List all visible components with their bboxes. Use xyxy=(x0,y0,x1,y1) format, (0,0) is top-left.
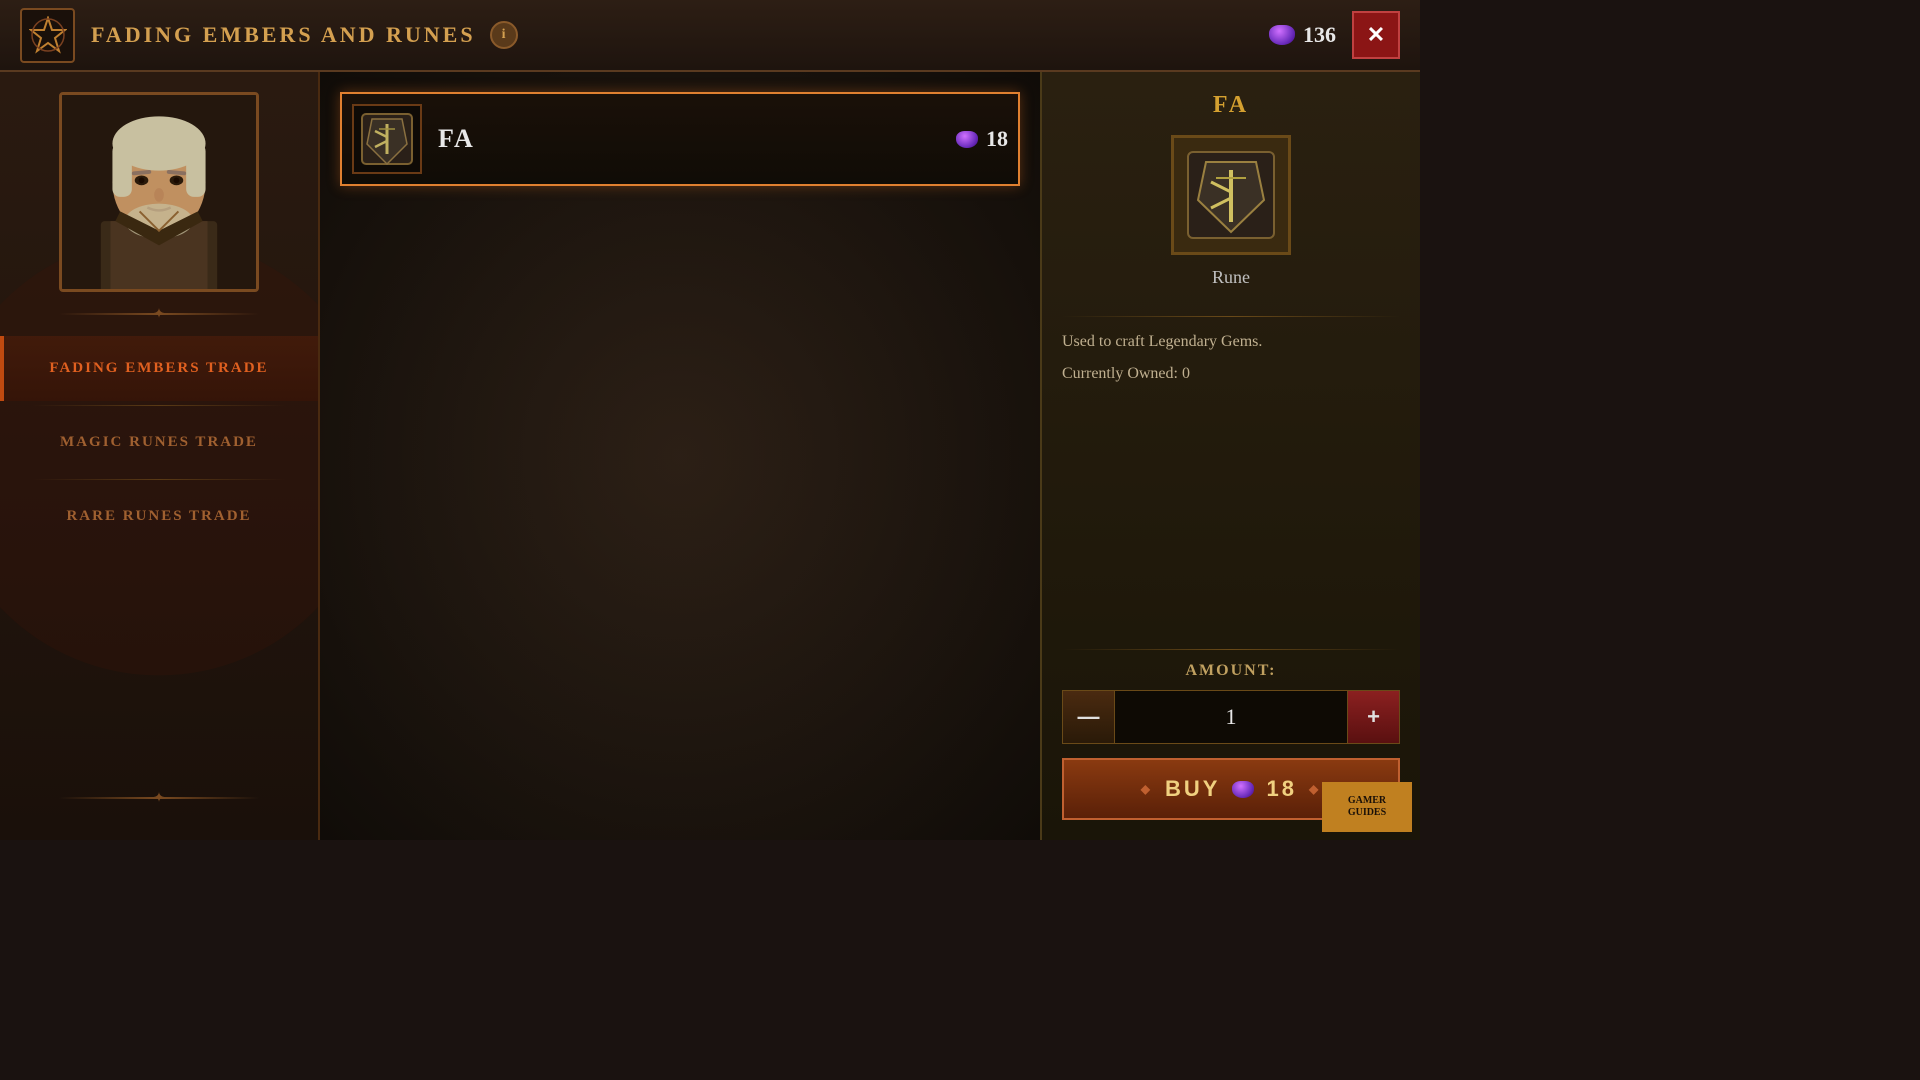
right-panel: FA Rune Used to craft Legendary Gems. Cu… xyxy=(1040,72,1420,840)
sidebar-separator-1 xyxy=(32,405,286,406)
buy-cost-gem-icon xyxy=(1232,781,1254,798)
sidebar: ✦ FADING EMBERS TRADE MAGIC RUNES TRADE … xyxy=(0,72,320,840)
panel-owned: Currently Owned: 0 xyxy=(1062,365,1400,383)
panel-description: Used to craft Legendary Gems. xyxy=(1062,329,1400,355)
panel-rune-icon xyxy=(1186,150,1276,240)
buy-label: BUY xyxy=(1165,776,1220,802)
watermark: GAMER GUIDES xyxy=(1322,782,1412,832)
sidebar-item-rare-runes-label: RARE RUNES TRADE xyxy=(66,508,251,524)
main-container: FADING EMBERS AND RUNES i 136 ✕ xyxy=(0,0,1420,840)
spacer xyxy=(1062,393,1400,637)
panel-item-icon xyxy=(1171,135,1291,255)
currency-display: 136 xyxy=(1269,22,1336,48)
sidebar-separator-2 xyxy=(32,479,286,480)
item-list: FA 18 xyxy=(340,92,1020,186)
sidebar-item-fading-embers[interactable]: FADING EMBERS TRADE xyxy=(0,336,318,401)
item-name-fa: FA xyxy=(438,124,956,154)
avatar xyxy=(59,92,259,292)
info-button[interactable]: i xyxy=(490,21,518,49)
header: FADING EMBERS AND RUNES i 136 ✕ xyxy=(0,0,1420,72)
amount-control: — 1 + xyxy=(1062,690,1400,744)
item-icon-fa xyxy=(352,104,422,174)
sidebar-divider-bottom: ✦ xyxy=(59,788,259,808)
header-icon xyxy=(20,8,75,63)
watermark-text: GAMER GUIDES xyxy=(1348,795,1386,819)
divider-ornament-bottom: ✦ xyxy=(153,790,165,807)
sidebar-divider-top: ✦ xyxy=(59,304,259,324)
main-content: FA 18 xyxy=(320,72,1040,840)
sidebar-item-magic-runes-label: MAGIC RUNES TRADE xyxy=(60,434,258,450)
sidebar-nav: FADING EMBERS TRADE MAGIC RUNES TRADE RA… xyxy=(0,336,318,820)
avatar-portrait xyxy=(62,95,256,289)
bg-pattern xyxy=(320,72,1040,840)
pentagram-icon xyxy=(29,16,67,54)
sidebar-item-magic-runes[interactable]: MAGIC RUNES TRADE xyxy=(0,410,318,475)
panel-separator-2 xyxy=(1062,649,1400,650)
divider-ornament: ✦ xyxy=(153,306,165,323)
item-cost-amount: 18 xyxy=(986,126,1008,152)
panel-title: FA xyxy=(1062,92,1400,119)
header-title: FADING EMBERS AND RUNES xyxy=(91,22,476,48)
amount-increase-button[interactable]: + xyxy=(1347,691,1399,743)
watermark-line1: GAMER xyxy=(1348,795,1386,806)
sidebar-item-fading-embers-label: FADING EMBERS TRADE xyxy=(49,360,268,376)
content-area: ✦ FADING EMBERS TRADE MAGIC RUNES TRADE … xyxy=(0,72,1420,840)
buy-cost: 18 xyxy=(1266,776,1296,802)
item-row-fa[interactable]: FA 18 xyxy=(340,92,1020,186)
sidebar-item-rare-runes[interactable]: RARE RUNES TRADE xyxy=(0,484,318,549)
panel-item-type: Rune xyxy=(1062,267,1400,288)
amount-decrease-button[interactable]: — xyxy=(1063,691,1115,743)
currency-amount: 136 xyxy=(1303,22,1336,48)
amount-label: AMOUNT: xyxy=(1062,662,1400,680)
item-cost-fa: 18 xyxy=(956,126,1008,152)
fa-rune-icon xyxy=(357,109,417,169)
close-button[interactable]: ✕ xyxy=(1352,11,1400,59)
watermark-line2: GUIDES xyxy=(1348,807,1386,818)
item-cost-gem-icon xyxy=(956,131,978,148)
panel-separator-1 xyxy=(1062,316,1400,317)
amount-value: 1 xyxy=(1115,704,1347,730)
currency-gem-icon xyxy=(1269,25,1295,45)
